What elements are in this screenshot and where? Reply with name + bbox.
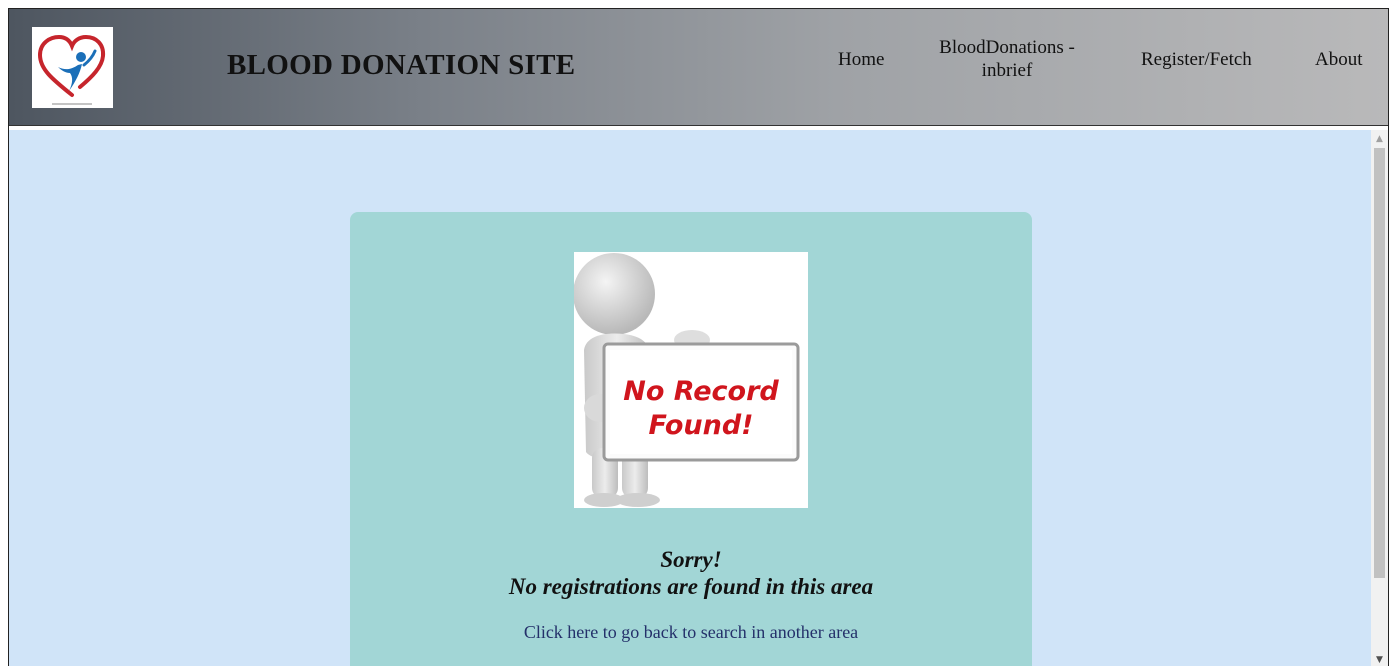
scroll-down-arrow-icon[interactable]: ▼ (1371, 653, 1388, 666)
main-content: No Record Found! Sorry! No registrations… (9, 130, 1372, 666)
nav-brief-line2: inbrief (981, 60, 1033, 81)
back-to-search-link[interactable]: Click here to go back to search in anoth… (350, 622, 1032, 643)
person-holding-sign-icon: No Record Found! (573, 253, 800, 507)
result-card: No Record Found! Sorry! No registrations… (350, 212, 1032, 666)
site-title: BLOOD DONATION SITE (227, 49, 576, 81)
nav-brief-line1: BloodDonations - (939, 37, 1075, 58)
nav-blood-donations-inbrief[interactable]: BloodDonations - inbrief (927, 36, 1087, 82)
scrollbar-thumb[interactable] (1374, 148, 1385, 578)
sorry-heading: Sorry! (660, 547, 722, 572)
heart-person-logo-icon (37, 34, 106, 105)
site-logo[interactable] (32, 27, 113, 108)
scroll-up-arrow-icon[interactable]: ▲ (1371, 132, 1388, 146)
browser-viewport: BLOOD DONATION SITE Home BloodDonations … (8, 8, 1389, 666)
site-header: BLOOD DONATION SITE Home BloodDonations … (9, 9, 1388, 126)
sign-text-line2: Found! (649, 410, 754, 441)
nav-about[interactable]: About (1315, 48, 1363, 71)
no-registrations-message: No registrations are found in this area (508, 574, 874, 599)
vertical-scrollbar[interactable]: ▲ ▼ (1371, 130, 1388, 666)
sign-text-line1: No Record (623, 376, 779, 407)
no-record-illustration: No Record Found! (573, 252, 808, 508)
nav-home[interactable]: Home (838, 48, 884, 71)
nav-register-fetch[interactable]: Register/Fetch (1141, 48, 1252, 71)
